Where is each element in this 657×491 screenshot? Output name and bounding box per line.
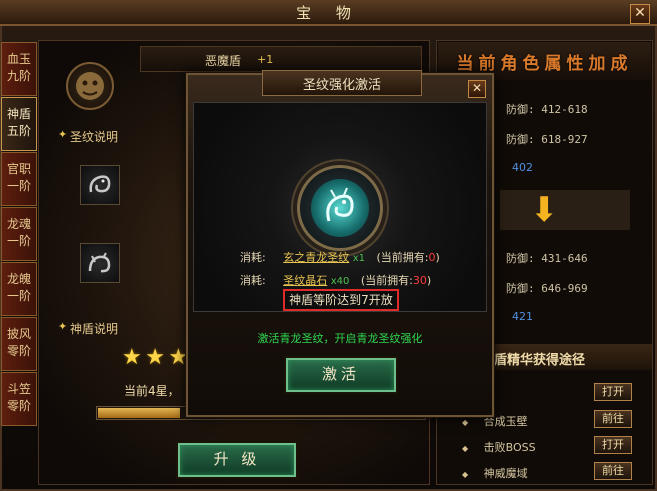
- way-open-button[interactable]: 打开: [594, 436, 632, 454]
- activate-button[interactable]: 激活: [286, 358, 396, 392]
- cost-owned: (当前拥有:0): [377, 251, 440, 264]
- cost-owned: (当前拥有:30): [361, 274, 431, 287]
- current-star-text: 当前4星，: [124, 384, 180, 398]
- stat-line: 421: [512, 310, 533, 323]
- tab-label: 官职 一阶: [6, 162, 31, 193]
- cost-qty: x1: [352, 253, 365, 264]
- owned-prefix: (当前拥有:: [360, 274, 413, 287]
- window-close-button[interactable]: ✕: [630, 4, 650, 24]
- requirement-notice: 神盾等阶达到7开放: [283, 289, 399, 311]
- down-arrow-icon: ⬇: [530, 190, 559, 230]
- shield-emblem-slot[interactable]: [66, 62, 114, 110]
- item-name: 恶魔盾: [205, 54, 242, 68]
- owned-suffix: ): [426, 274, 432, 287]
- stat-line: 防御: 431-646: [506, 252, 588, 265]
- tab-dragon-spirit[interactable]: 龙魄 一阶: [1, 262, 37, 316]
- way-goto-button[interactable]: 前往: [594, 410, 632, 428]
- tab-hat[interactable]: 斗笠 零阶: [1, 372, 37, 426]
- tab-cloak[interactable]: 披风 零阶: [1, 317, 37, 371]
- tab-blood-jade[interactable]: 血玉 九阶: [1, 42, 37, 96]
- dialog-close-button[interactable]: ✕: [468, 80, 486, 98]
- owned-count: 0: [428, 251, 436, 264]
- item-level: +1: [257, 53, 274, 66]
- shield-section-label: 神盾说明: [70, 322, 119, 336]
- tab-label: 龙魂 一阶: [6, 217, 31, 248]
- star-icon: ★: [122, 345, 142, 370]
- dialog-title: 圣纹强化激活: [302, 78, 381, 93]
- tab-label: 血玉 九阶: [6, 52, 31, 83]
- way-goto-button[interactable]: 前往: [594, 462, 632, 480]
- tab-label: 斗笠 零阶: [6, 382, 31, 413]
- tab-official-rank[interactable]: 官职 一阶: [1, 152, 37, 206]
- dialog-description: 激活青龙圣纹，开启青龙圣纹强化: [257, 332, 423, 345]
- ways-title: 盾精华获得途径: [494, 353, 586, 368]
- tab-dragon-soul[interactable]: 龙魂 一阶: [1, 207, 37, 261]
- diamond-icon: ✦: [58, 128, 68, 141]
- tab-label: 披风 零阶: [6, 327, 31, 358]
- diamond-icon: ◆: [462, 470, 469, 479]
- stat-line: 402: [512, 161, 533, 174]
- attribute-title: 当前角色属性加成: [456, 54, 633, 74]
- star-rating: ★ ★ ★: [122, 345, 188, 370]
- progress-fill: [98, 408, 180, 418]
- azure-dragon-rune-icon[interactable]: [311, 179, 369, 237]
- stat-line: 防御: 618-927: [506, 133, 588, 146]
- diamond-icon: ◆: [462, 444, 469, 453]
- owned-prefix: (当前拥有:: [376, 251, 429, 264]
- cost-item-link[interactable]: 玄之青龙圣纹: [283, 251, 349, 264]
- rune-section-label: 圣纹说明: [70, 130, 119, 144]
- dragon-icon: [326, 187, 354, 222]
- item-name-bar: 恶魔盾 +1: [140, 46, 422, 72]
- rune-slot-2[interactable]: [80, 243, 120, 283]
- stat-line: 防御: 646-969: [506, 282, 588, 295]
- cost-qty: x40: [330, 276, 350, 287]
- diamond-icon: ◆: [462, 418, 469, 427]
- tab-label: 神盾 五阶: [6, 107, 31, 138]
- silver-beast-icon: [88, 252, 111, 273]
- tab-label: 龙魄 一阶: [6, 272, 31, 303]
- way-row: ◆ 击败BOSS: [462, 439, 536, 455]
- cost-label: 消耗:: [240, 251, 266, 264]
- owned-suffix: ): [435, 251, 440, 264]
- way-label: 击败BOSS: [483, 441, 536, 454]
- owned-count: 30: [412, 274, 427, 287]
- star-icon: ★: [145, 345, 165, 370]
- way-row: ◆ 神威魔域: [462, 465, 528, 481]
- cost-row: 消耗: 圣纹晶石 x40 (当前拥有:30): [240, 272, 431, 288]
- beast-head-icon: [76, 72, 104, 100]
- arrow-zone: [500, 190, 630, 230]
- tab-divine-shield[interactable]: 神盾 五阶: [1, 97, 37, 151]
- cost-item-link[interactable]: 圣纹晶石: [283, 274, 327, 287]
- way-open-button[interactable]: 打开: [594, 383, 632, 401]
- upgrade-button[interactable]: 升 级: [178, 443, 296, 477]
- rune-slot-1[interactable]: [80, 165, 120, 205]
- way-label: 神威魔域: [483, 467, 528, 480]
- cost-label: 消耗:: [240, 274, 266, 287]
- silver-dragon-icon: [89, 175, 111, 193]
- stat-line: 防御: 412-618: [506, 103, 588, 116]
- window-title: 宝 物: [296, 4, 361, 22]
- cost-row: 消耗: 玄之青龙圣纹 x1 (当前拥有:0): [240, 249, 440, 265]
- diamond-icon: ✦: [58, 320, 68, 333]
